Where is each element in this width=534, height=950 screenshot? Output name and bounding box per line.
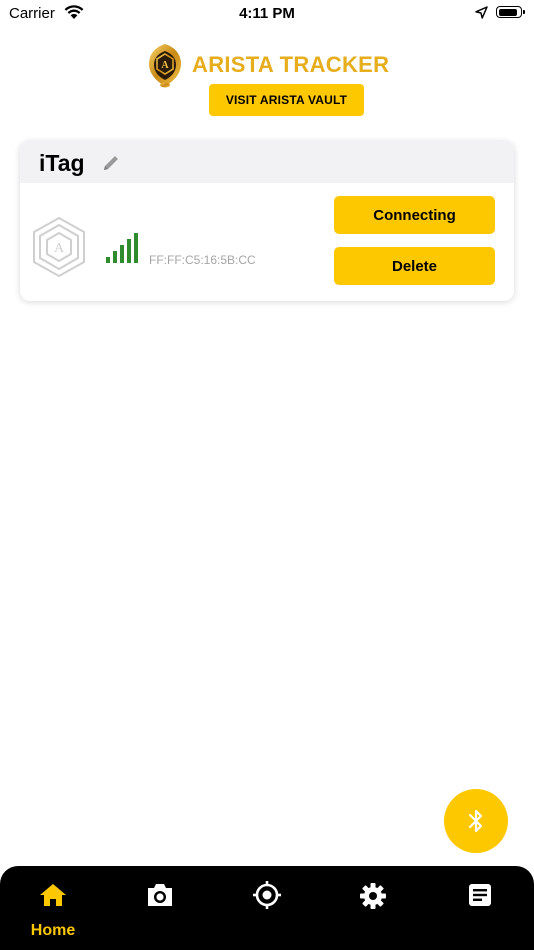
home-icon — [40, 884, 66, 906]
status-bar: Carrier 4:11 PM — [0, 0, 534, 28]
visit-vault-button[interactable]: VISIT ARISTA VAULT — [209, 84, 364, 116]
tab-notes[interactable] — [440, 866, 520, 950]
tab-home-label: Home — [30, 922, 76, 939]
clock: 4:11 PM — [239, 5, 295, 22]
device-name: iTag — [39, 150, 85, 176]
gear-icon — [360, 883, 386, 909]
signal-bar — [113, 251, 117, 263]
location-arrow-icon — [475, 6, 488, 19]
device-card: iTag A FF:FF:C5:16:5B:CC Connecting Dele… — [20, 141, 514, 301]
crosshair-icon — [253, 881, 281, 909]
signal-strength-icon — [106, 233, 142, 263]
device-card-header: iTag — [20, 141, 514, 183]
device-mac-address: FF:FF:C5:16:5B:CC — [149, 253, 256, 267]
tab-home[interactable]: Home — [13, 866, 93, 950]
signal-bar — [127, 239, 131, 263]
bluetooth-icon — [468, 809, 483, 833]
svg-text:A: A — [161, 60, 169, 71]
edit-pencil-icon[interactable] — [101, 153, 121, 173]
battery-icon — [496, 6, 525, 18]
bluetooth-scan-button[interactable] — [444, 789, 508, 853]
note-icon — [469, 884, 491, 906]
signal-bar — [134, 233, 138, 263]
tab-bar: Home — [0, 866, 534, 950]
connect-button[interactable]: Connecting — [334, 196, 495, 234]
tab-settings[interactable] — [333, 866, 413, 950]
svg-text:A: A — [54, 241, 65, 256]
signal-bar — [120, 245, 124, 263]
arista-logo-icon: A — [149, 44, 181, 88]
device-tag-icon: A — [33, 216, 85, 278]
camera-icon — [148, 884, 172, 906]
tab-camera[interactable] — [120, 866, 200, 950]
signal-bar — [106, 257, 110, 263]
tab-locate[interactable] — [227, 866, 307, 950]
brand-header: A ARISTA TRACKER — [145, 42, 405, 88]
brand-title: ARISTA TRACKER — [192, 52, 390, 77]
delete-button[interactable]: Delete — [334, 247, 495, 285]
